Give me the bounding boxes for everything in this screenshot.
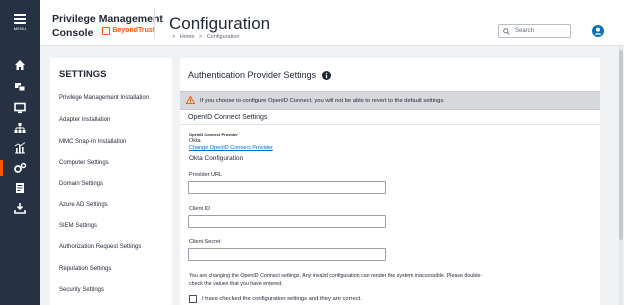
search-icon: [503, 28, 510, 35]
menu-button[interactable]: MENU: [0, 14, 40, 31]
settings-sidebar: SETTINGS Privilege Management Installati…: [50, 58, 172, 305]
logo-mark-icon: [102, 27, 111, 35]
warning-banner: If you choose to configure OpenID Connec…: [180, 91, 600, 110]
groups-icon[interactable]: [13, 80, 27, 94]
breadcrumb-prefix: >: [172, 34, 176, 40]
breadcrumb-current: Configuration: [206, 34, 240, 40]
provider-value: Okta: [189, 138, 201, 144]
brand[interactable]: Privilege Management Console BeyondTrust: [52, 13, 163, 39]
provider-url-field[interactable]: [188, 181, 386, 194]
left-nav-rail: MENU: [0, 0, 40, 305]
settings-item-azure-ad[interactable]: Azure AD Settings: [59, 202, 108, 208]
auth-provider-panel: Authentication Provider Settings If you …: [180, 58, 600, 305]
change-provider-link[interactable]: Change OpenID Connect Provider: [189, 145, 273, 151]
settings-item-security[interactable]: Security Settings: [59, 287, 104, 293]
menu-label: MENU: [13, 26, 27, 31]
top-header: Privilege Management Console BeyondTrust…: [40, 0, 624, 46]
brand-line2: Console: [52, 27, 94, 39]
settings-item-computer[interactable]: Computer Settings: [59, 160, 109, 166]
policy-icon[interactable]: [13, 181, 27, 195]
panel-title-text: Authentication Provider Settings: [188, 70, 317, 80]
hamburger-icon: [14, 14, 26, 24]
confirm-checkbox[interactable]: [189, 295, 197, 303]
logo-text: BeyondTrust: [112, 27, 156, 34]
settings-item-mmc-snapin[interactable]: MMC Snap-In Installation: [59, 139, 126, 145]
download-icon[interactable]: [13, 201, 27, 215]
provider-label: OpenID Connect Provider: [189, 132, 238, 137]
section-title: OpenID Connect Settings: [188, 114, 268, 121]
validation-note: You are changing the OpenID Connect sett…: [189, 273, 483, 287]
client-secret-label: Client Secret: [189, 239, 221, 245]
page-title: Configuration: [169, 14, 271, 33]
brand-line1: Privilege Management: [52, 13, 163, 25]
client-id-label: Client ID: [189, 206, 211, 212]
warning-text: If you choose to configure OpenID Connec…: [200, 98, 445, 104]
computer-icon[interactable]: [13, 101, 27, 115]
breadcrumb-home[interactable]: Home: [180, 34, 195, 40]
confirm-checkbox-row[interactable]: I have checked the configuration setting…: [189, 295, 362, 303]
hierarchy-icon[interactable]: [13, 121, 27, 135]
search-input[interactable]: Search: [498, 24, 571, 38]
beyondtrust-logo: BeyondTrust: [102, 25, 155, 37]
warning-icon: [186, 96, 195, 104]
breadcrumb: > Home > Configuration: [172, 34, 242, 40]
confirm-checkbox-label: I have checked the configuration setting…: [202, 296, 362, 302]
home-icon[interactable]: [13, 58, 27, 72]
page-scrollbar[interactable]: [619, 46, 623, 305]
settings-item-reputation[interactable]: Reputation Settings: [59, 266, 111, 272]
panel-title: Authentication Provider Settings: [188, 70, 332, 80]
header-divider: [154, 8, 155, 38]
section-divider: [180, 124, 600, 125]
settings-item-pm-installation[interactable]: Privilege Management Installation: [59, 95, 149, 101]
client-secret-field[interactable]: [188, 248, 386, 261]
breadcrumb-separator: >: [198, 34, 203, 40]
info-icon[interactable]: [322, 70, 332, 80]
configuration-icon[interactable]: [13, 161, 27, 175]
okta-config-heading: Okta Configuration: [189, 155, 244, 162]
client-id-field[interactable]: [188, 215, 386, 228]
settings-item-siem[interactable]: SIEM Settings: [59, 223, 97, 229]
active-indicator: [0, 160, 3, 176]
scrollbar-thumb[interactable]: [619, 50, 623, 240]
provider-url-label: Provider URL: [189, 172, 223, 178]
analytics-icon[interactable]: [13, 141, 27, 155]
settings-item-authorization-request[interactable]: Authorization Request Settings: [59, 244, 141, 250]
settings-heading: SETTINGS: [59, 69, 107, 80]
search-placeholder: Search: [515, 28, 535, 34]
user-account-icon[interactable]: [592, 25, 604, 37]
settings-item-adapter-installation[interactable]: Adapter Installation: [59, 117, 110, 123]
settings-item-domain[interactable]: Domain Settings: [59, 181, 103, 187]
